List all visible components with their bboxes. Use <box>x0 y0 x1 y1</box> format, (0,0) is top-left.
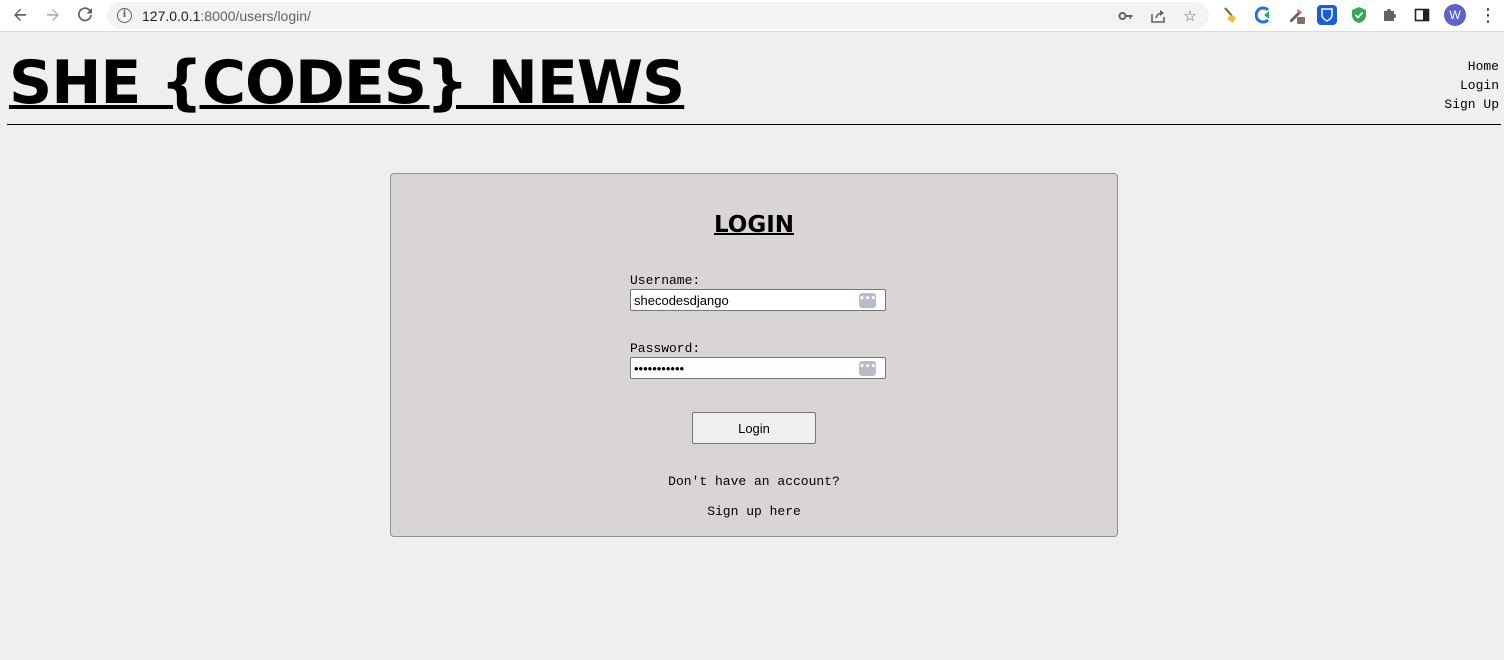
broom-extension-icon[interactable] <box>1221 5 1241 25</box>
arrow-right-icon[interactable] <box>41 3 65 27</box>
kebab-menu-icon[interactable]: ⋮ <box>1476 3 1500 27</box>
password-input[interactable] <box>634 360 854 376</box>
bitwarden-extension-icon[interactable] <box>1317 5 1337 25</box>
username-field[interactable]: ••• <box>630 289 886 311</box>
profile-avatar[interactable]: W <box>1444 4 1466 26</box>
signup-link[interactable]: Sign up here <box>391 504 1117 519</box>
login-card: LOGIN Username: ••• Password: ••• Login … <box>390 173 1118 537</box>
nav-link-signup[interactable]: Sign Up <box>1444 95 1499 114</box>
password-manager-icon[interactable]: ••• <box>859 361 876 376</box>
share-icon[interactable] <box>1147 5 1169 27</box>
address-bar[interactable]: i 127.0.0.1:8000/users/login/ ☆ <box>107 2 1209 29</box>
password-manager-icon[interactable]: ••• <box>859 293 876 308</box>
star-icon[interactable]: ☆ <box>1179 5 1201 27</box>
url-text[interactable]: 127.0.0.1:8000/users/login/ <box>142 8 311 24</box>
eyedropper-extension-icon[interactable] <box>1286 5 1306 25</box>
shield-extension-icon[interactable] <box>1349 5 1369 25</box>
arrow-left-icon[interactable] <box>8 3 32 27</box>
url-path: :8000/users/login/ <box>200 8 311 24</box>
username-label: Username: <box>630 273 701 288</box>
reload-icon[interactable] <box>73 3 97 27</box>
info-icon[interactable]: i <box>117 8 132 23</box>
key-icon[interactable] <box>1115 5 1137 27</box>
no-account-text: Don't have an account? <box>668 474 840 489</box>
site-title[interactable]: SHE {CODES} NEWS <box>9 46 685 120</box>
password-field[interactable]: ••• <box>630 357 886 379</box>
header-divider <box>7 124 1501 125</box>
toolbar-divider <box>0 31 1504 32</box>
password-label: Password: <box>630 341 701 356</box>
nav-link-login[interactable]: Login <box>1444 76 1499 95</box>
login-button[interactable]: Login <box>692 412 816 444</box>
extension-c-icon[interactable] <box>1254 5 1274 25</box>
url-host: 127.0.0.1 <box>142 8 201 24</box>
nav-link-home[interactable]: Home <box>1444 57 1499 76</box>
puzzle-icon[interactable] <box>1380 5 1400 25</box>
browser-toolbar: i 127.0.0.1:8000/users/login/ ☆ W ⋮ <box>0 0 1504 31</box>
side-panel-icon[interactable] <box>1412 5 1432 25</box>
top-nav: Home Login Sign Up <box>1444 57 1499 114</box>
username-input[interactable] <box>634 292 854 308</box>
login-title: LOGIN <box>713 212 795 238</box>
